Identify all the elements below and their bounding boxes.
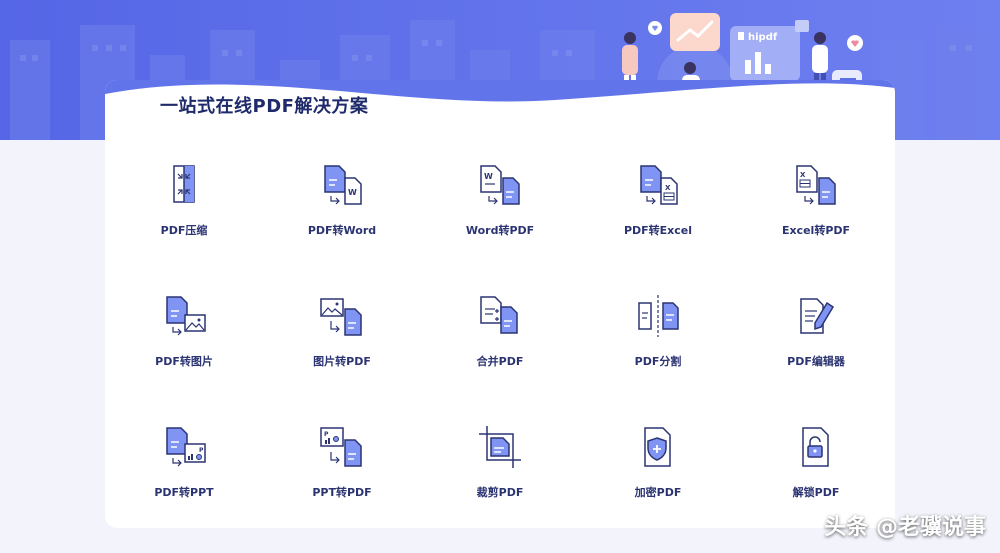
section-title: 一站式在线PDF解决方案 bbox=[160, 96, 369, 117]
tool-excel-to-pdf[interactable]: X Excel转PDF bbox=[737, 152, 895, 283]
tool-label: PDF编辑器 bbox=[787, 355, 845, 368]
tool-editor[interactable]: PDF编辑器 bbox=[737, 283, 895, 414]
compress-icon bbox=[173, 165, 195, 203]
pdf-to-excel-icon: X bbox=[640, 165, 678, 205]
encrypt-icon bbox=[644, 427, 671, 467]
pdf-to-ppt-icon: P bbox=[166, 427, 206, 467]
split-icon bbox=[638, 295, 679, 337]
tool-image-to-pdf[interactable]: 图片转PDF bbox=[263, 283, 421, 414]
tool-compress[interactable]: PDF压缩 bbox=[105, 152, 263, 283]
chart-card-illustration bbox=[670, 13, 720, 51]
svg-text:P: P bbox=[324, 431, 329, 438]
merge-icon bbox=[480, 296, 518, 334]
tool-label: PDF压缩 bbox=[160, 224, 208, 237]
heart-icon bbox=[648, 21, 662, 35]
tool-label: 裁剪PDF bbox=[476, 486, 524, 499]
pdf-to-image-icon bbox=[166, 296, 206, 336]
heart-icon bbox=[847, 35, 863, 51]
hipdf-card: hipdf bbox=[730, 26, 800, 81]
watermark: 头条 @老骥说事 bbox=[824, 515, 986, 540]
tool-label: PDF转Word bbox=[307, 224, 377, 237]
tool-ppt-to-pdf[interactable]: P PPT转PDF bbox=[263, 414, 421, 528]
svg-text:W: W bbox=[348, 188, 357, 197]
svg-text:X: X bbox=[800, 171, 806, 179]
image-to-pdf-icon bbox=[320, 298, 362, 336]
word-to-pdf-icon: W bbox=[480, 165, 520, 205]
tool-label: Word转PDF bbox=[465, 224, 535, 237]
unlock-icon bbox=[802, 427, 829, 467]
tool-label: PDF分割 bbox=[634, 355, 682, 368]
tool-label: 加密PDF bbox=[634, 486, 682, 499]
tool-label: 合并PDF bbox=[476, 355, 524, 368]
tool-pdf-to-word[interactable]: W PDF转Word bbox=[263, 152, 421, 283]
tool-label: PDF转Excel bbox=[623, 224, 693, 237]
pdf-to-word-icon: W bbox=[324, 165, 362, 205]
editor-icon bbox=[800, 298, 835, 334]
svg-text:P: P bbox=[199, 447, 204, 454]
tool-label: 解锁PDF bbox=[792, 486, 840, 499]
excel-to-pdf-icon: X bbox=[796, 165, 836, 205]
tool-crop[interactable]: 裁剪PDF bbox=[421, 414, 579, 528]
ppt-to-pdf-icon: P bbox=[320, 427, 362, 467]
hipdf-logo: hipdf bbox=[748, 32, 778, 43]
tool-label: 图片转PDF bbox=[313, 355, 371, 368]
tool-label: Excel转PDF bbox=[781, 224, 851, 237]
svg-text:X: X bbox=[665, 184, 671, 192]
tool-grid: PDF压缩 W PDF转Word W Word转PDF X PDF转Excel … bbox=[105, 152, 895, 528]
crop-icon bbox=[479, 426, 521, 468]
tool-label: PDF转图片 bbox=[155, 355, 213, 368]
tool-pdf-to-ppt[interactable]: P PDF转PPT bbox=[105, 414, 263, 528]
svg-text:W: W bbox=[484, 172, 493, 181]
tool-encrypt[interactable]: 加密PDF bbox=[579, 414, 737, 528]
tool-merge[interactable]: 合并PDF bbox=[421, 283, 579, 414]
tool-split[interactable]: PDF分割 bbox=[579, 283, 737, 414]
tool-word-to-pdf[interactable]: W Word转PDF bbox=[421, 152, 579, 283]
tools-panel: 一站式在线PDF解决方案 PDF压缩 W PDF转Word W Word转PDF… bbox=[105, 80, 895, 528]
tool-pdf-to-image[interactable]: PDF转图片 bbox=[105, 283, 263, 414]
tool-label: PDF转PPT bbox=[154, 486, 214, 499]
tool-label: PPT转PDF bbox=[312, 486, 372, 499]
tool-pdf-to-excel[interactable]: X PDF转Excel bbox=[579, 152, 737, 283]
